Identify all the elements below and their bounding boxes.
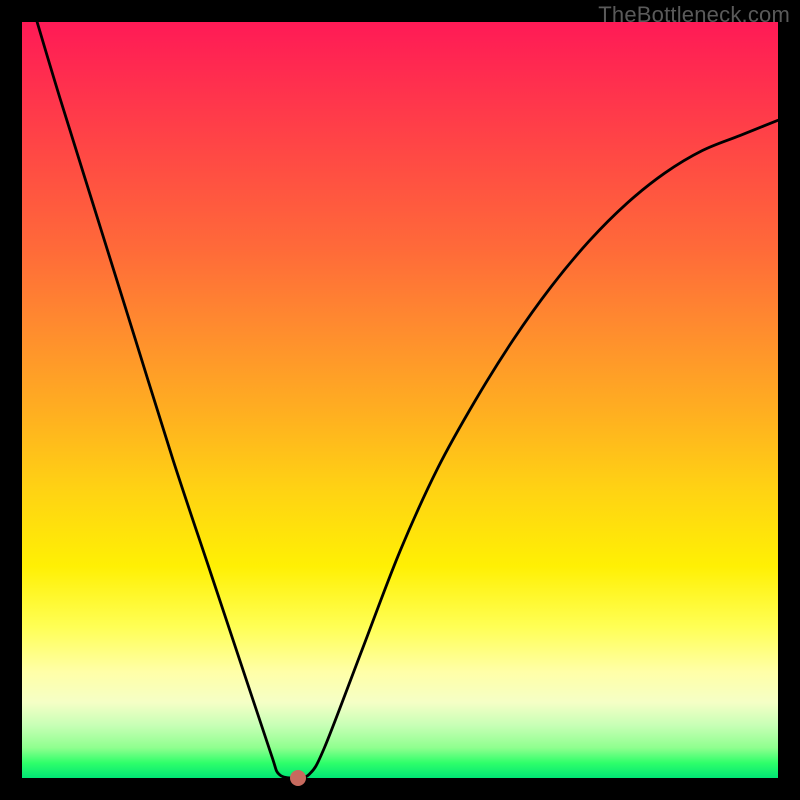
bottleneck-curve	[22, 22, 778, 778]
optimal-point-marker	[290, 770, 306, 786]
chart-frame: TheBottleneck.com	[0, 0, 800, 800]
watermark-text: TheBottleneck.com	[598, 2, 790, 28]
